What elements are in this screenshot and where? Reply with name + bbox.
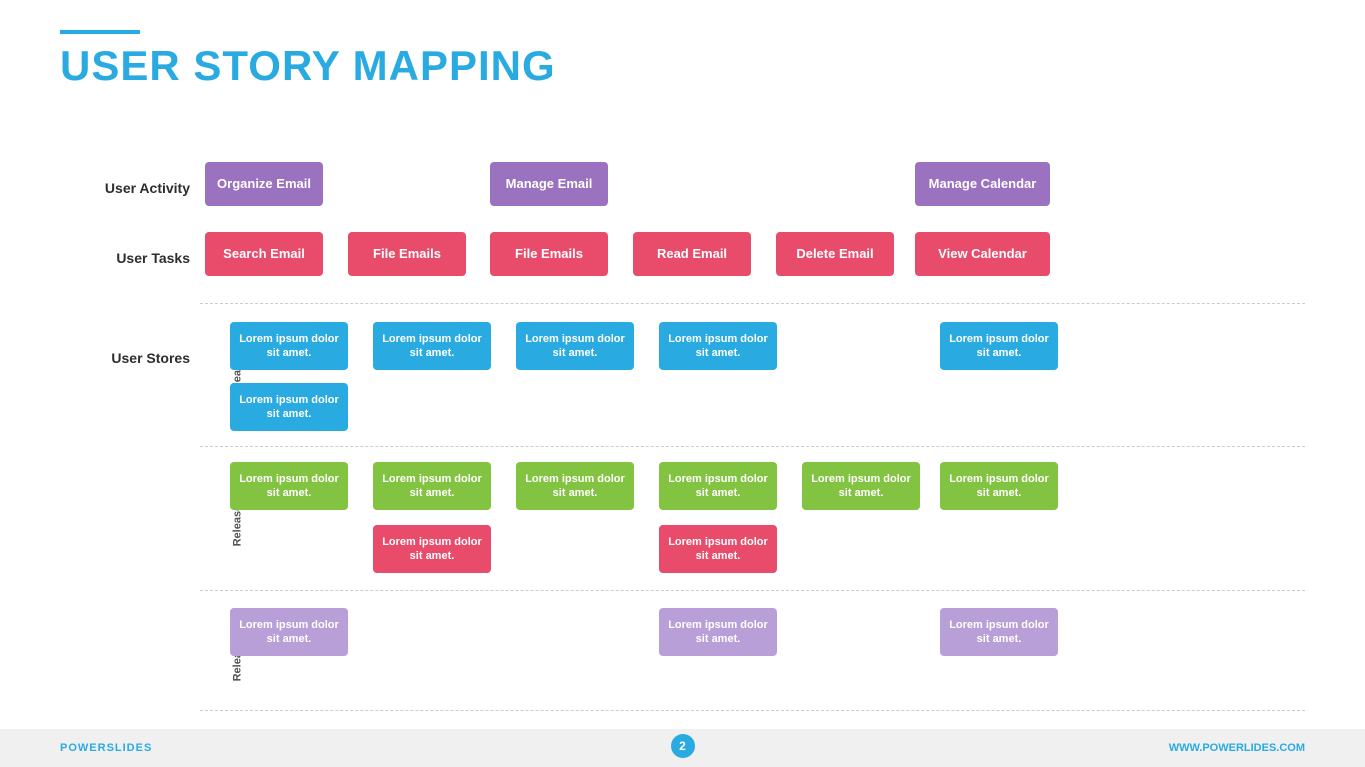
- page-number: 2: [671, 734, 695, 758]
- story-r1-col6: Lorem ipsum dolor sit amet.: [940, 322, 1058, 370]
- label-user-tasks: User Tasks: [60, 250, 190, 266]
- divider-2: [200, 446, 1305, 447]
- story-r2-col6: Lorem ipsum dolor sit amet.: [940, 462, 1058, 510]
- story-r2-col3: Lorem ipsum dolor sit amet.: [516, 462, 634, 510]
- activity-card-manage-email: Manage Email: [490, 162, 608, 206]
- task-card-delete-email: Delete Email: [776, 232, 894, 276]
- header-section: USER STORY MAPPING: [60, 30, 556, 90]
- story-r1-col1: Lorem ipsum dolor sit amet.: [230, 322, 348, 370]
- footer-brand: POWERSLIDES: [60, 742, 152, 754]
- divider-1: [200, 303, 1305, 304]
- task-card-view-calendar: View Calendar: [915, 232, 1050, 276]
- label-user-activity: User Activity: [60, 180, 190, 196]
- page-title: USER STORY MAPPING: [60, 42, 556, 90]
- story-r3-col1: Lorem ipsum dolor sit amet.: [230, 608, 348, 656]
- task-card-file-emails-2: File Emails: [490, 232, 608, 276]
- footer-url: WWW.POWERLIDES.COM: [1169, 742, 1305, 754]
- activity-card-organize-email: Organize Email: [205, 162, 323, 206]
- story-r2-col4: Lorem ipsum dolor sit amet.: [659, 462, 777, 510]
- task-card-read-email: Read Email: [633, 232, 751, 276]
- story-r2-row2-col2: Lorem ipsum dolor sit amet.: [373, 525, 491, 573]
- story-r1-col2: Lorem ipsum dolor sit amet.: [373, 322, 491, 370]
- diagram-area: User Activity User Tasks User Stores Org…: [60, 140, 1305, 717]
- story-r1-row2-col1: Lorem ipsum dolor sit amet.: [230, 383, 348, 431]
- divider-4: [200, 710, 1305, 711]
- story-r2-row2-col4: Lorem ipsum dolor sit amet.: [659, 525, 777, 573]
- story-r1-col3: Lorem ipsum dolor sit amet.: [516, 322, 634, 370]
- label-user-stores: User Stores: [60, 350, 190, 366]
- accent-bar: [60, 30, 140, 34]
- activity-card-manage-calendar: Manage Calendar: [915, 162, 1050, 206]
- divider-3: [200, 590, 1305, 591]
- task-card-file-emails-1: File Emails: [348, 232, 466, 276]
- story-r2-col1: Lorem ipsum dolor sit amet.: [230, 462, 348, 510]
- task-card-search-email: Search Email: [205, 232, 323, 276]
- title-part2: MAPPING: [353, 42, 556, 89]
- story-r3-col4: Lorem ipsum dolor sit amet.: [659, 608, 777, 656]
- story-r3-col6: Lorem ipsum dolor sit amet.: [940, 608, 1058, 656]
- story-r2-col5: Lorem ipsum dolor sit amet.: [802, 462, 920, 510]
- story-r1-col4: Lorem ipsum dolor sit amet.: [659, 322, 777, 370]
- story-r2-col2: Lorem ipsum dolor sit amet.: [373, 462, 491, 510]
- title-part1: USER STORY: [60, 42, 353, 89]
